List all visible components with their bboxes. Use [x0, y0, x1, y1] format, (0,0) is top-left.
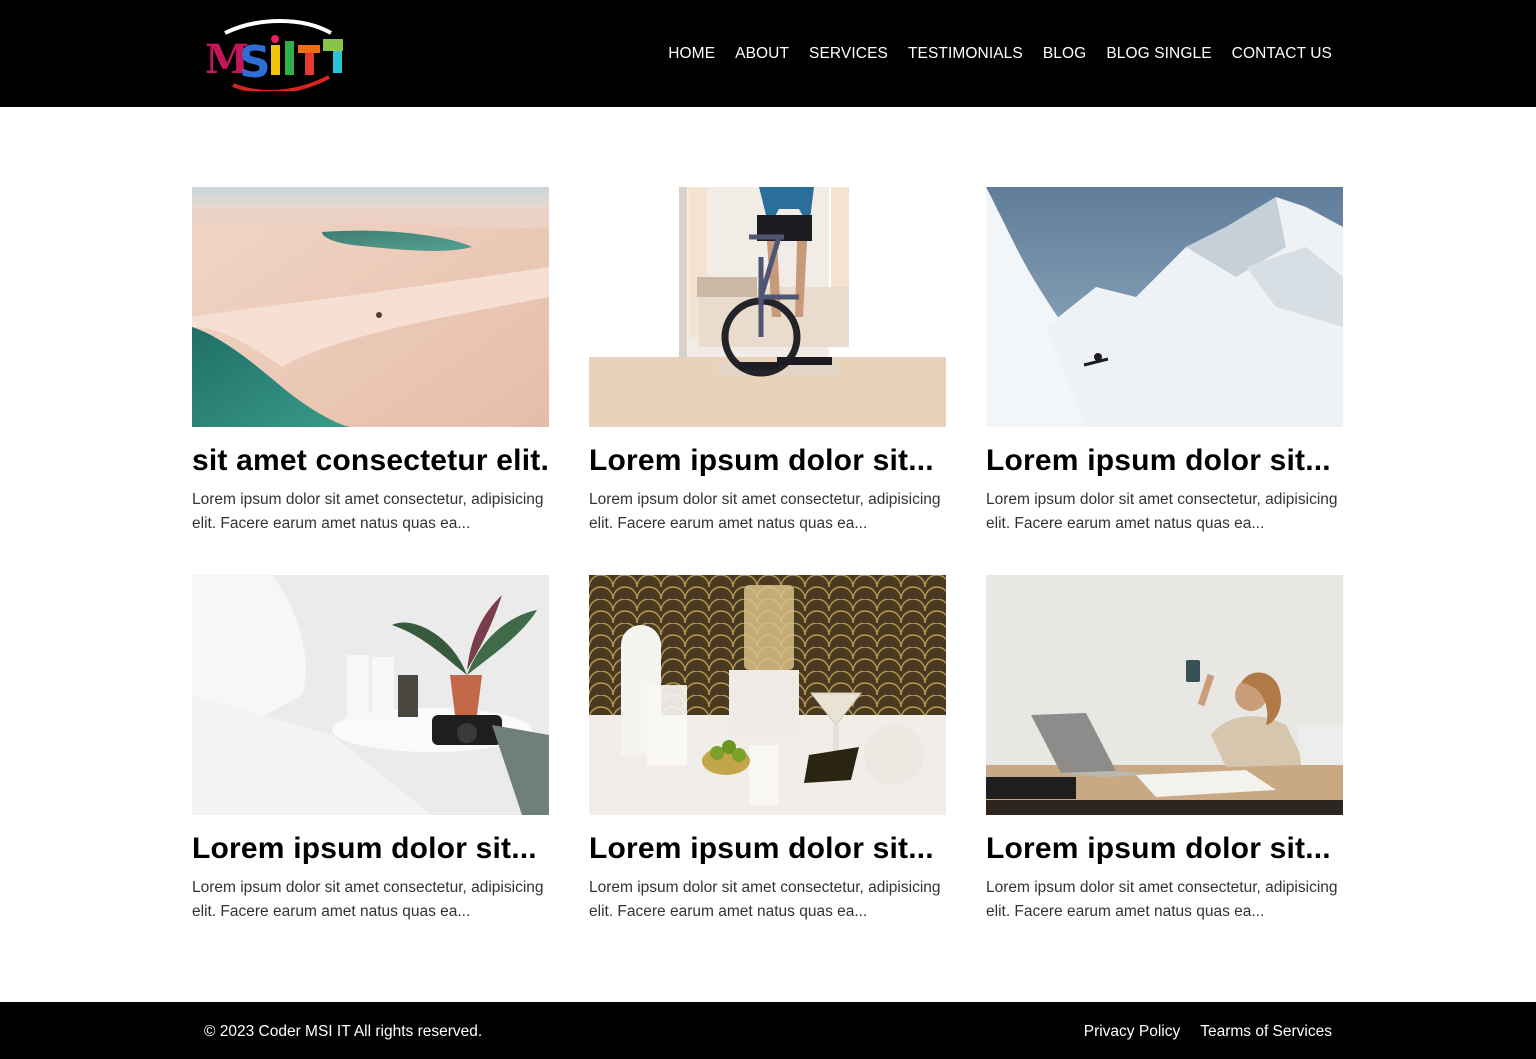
nav-blog-single[interactable]: BLOG SINGLE — [1106, 43, 1211, 65]
site-logo[interactable]: M S — [203, 19, 351, 94]
nav-testimonials[interactable]: TESTIMONIALS — [908, 43, 1023, 65]
card-excerpt: Lorem ipsum dolor sit amet consectetur, … — [986, 879, 1338, 920]
nav-home[interactable]: HOME — [668, 43, 715, 65]
svg-text:S: S — [239, 37, 271, 88]
terms-of-service-link[interactable]: Tearms of Services — [1200, 1021, 1332, 1043]
card-excerpt: Lorem ipsum dolor sit amet consectetur, … — [589, 879, 941, 920]
card-title[interactable]: Lorem ipsum dolor sit... — [192, 831, 549, 867]
card-image-cycling[interactable] — [589, 187, 946, 427]
blog-card[interactable]: Lorem ipsum dolor sit... Lorem ipsum dol… — [192, 575, 549, 923]
blog-card[interactable]: sit amet consectetur elit. Lorem ipsum d… — [192, 187, 549, 535]
nav-contact-us[interactable]: CONTACT US — [1232, 43, 1332, 65]
card-title[interactable]: Lorem ipsum dolor sit... — [986, 443, 1343, 479]
card-excerpt: Lorem ipsum dolor sit amet consectetur, … — [589, 491, 941, 532]
card-image-desk[interactable] — [986, 575, 1343, 815]
card-title[interactable]: sit amet consectetur elit. — [192, 443, 549, 479]
blog-card[interactable]: Lorem ipsum dolor sit... Lorem ipsum dol… — [589, 187, 946, 535]
blog-grid: sit amet consectetur elit. Lorem ipsum d… — [192, 187, 1344, 923]
card-excerpt: Lorem ipsum dolor sit amet consectetur, … — [192, 491, 544, 532]
nav-about[interactable]: ABOUT — [735, 43, 789, 65]
copyright-text: © 2023 Coder MSI IT All rights reserved. — [204, 1023, 483, 1040]
card-image-glassware[interactable] — [589, 575, 946, 815]
footer-links: Privacy Policy Tearms of Services — [1084, 1021, 1332, 1043]
main-nav: HOME ABOUT SERVICES TESTIMONIALS BLOG BL… — [668, 43, 1332, 65]
card-title[interactable]: Lorem ipsum dolor sit... — [589, 831, 946, 867]
card-title[interactable]: Lorem ipsum dolor sit... — [589, 443, 946, 479]
card-excerpt: Lorem ipsum dolor sit amet consectetur, … — [986, 491, 1338, 532]
site-header: M S HOME ABOUT SERVICES TESTIMONIALS BLO… — [0, 0, 1536, 107]
privacy-policy-link[interactable]: Privacy Policy — [1084, 1021, 1180, 1043]
blog-card[interactable]: Lorem ipsum dolor sit... Lorem ipsum dol… — [589, 575, 946, 923]
card-image-mountain[interactable] — [986, 187, 1343, 427]
nav-services[interactable]: SERVICES — [809, 43, 888, 65]
site-footer: © 2023 Coder MSI IT All rights reserved.… — [0, 1002, 1536, 1059]
card-excerpt: Lorem ipsum dolor sit amet consectetur, … — [192, 879, 544, 920]
nav-blog[interactable]: BLOG — [1043, 43, 1086, 65]
blog-card[interactable]: Lorem ipsum dolor sit... Lorem ipsum dol… — [986, 187, 1343, 535]
blog-card[interactable]: Lorem ipsum dolor sit... Lorem ipsum dol… — [986, 575, 1343, 923]
card-title[interactable]: Lorem ipsum dolor sit... — [986, 831, 1343, 867]
card-image-bedside[interactable] — [192, 575, 549, 815]
card-image-desert[interactable] — [192, 187, 549, 427]
